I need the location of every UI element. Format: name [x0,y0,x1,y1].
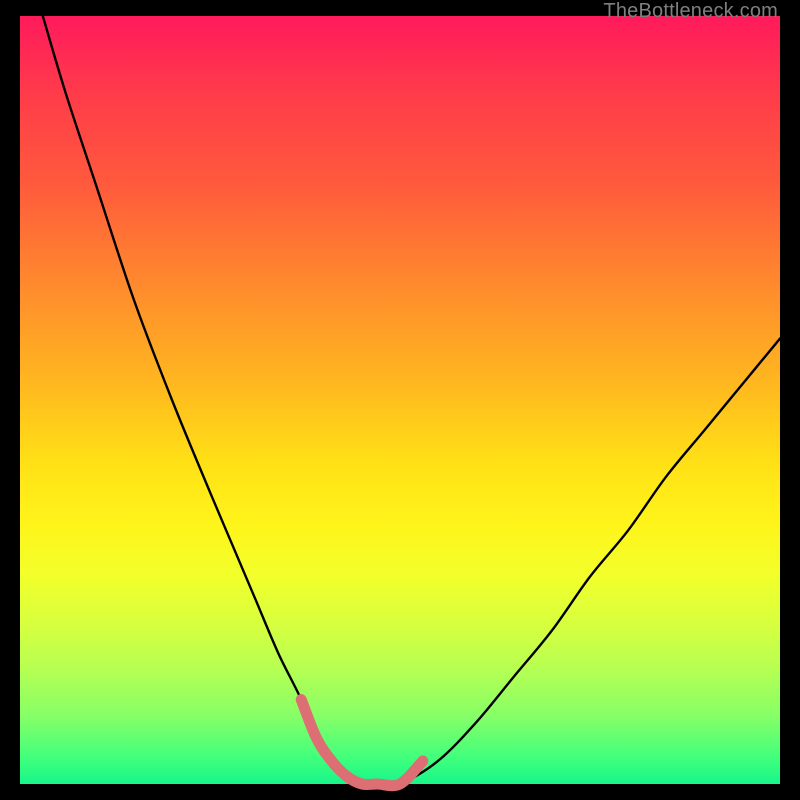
watermark-text: TheBottleneck.com [603,0,778,23]
bottleneck-curve-highlight [301,700,423,786]
bottleneck-curve-svg [20,16,780,784]
bottleneck-curve-main [43,16,780,786]
chart-frame: TheBottleneck.com [20,16,780,784]
